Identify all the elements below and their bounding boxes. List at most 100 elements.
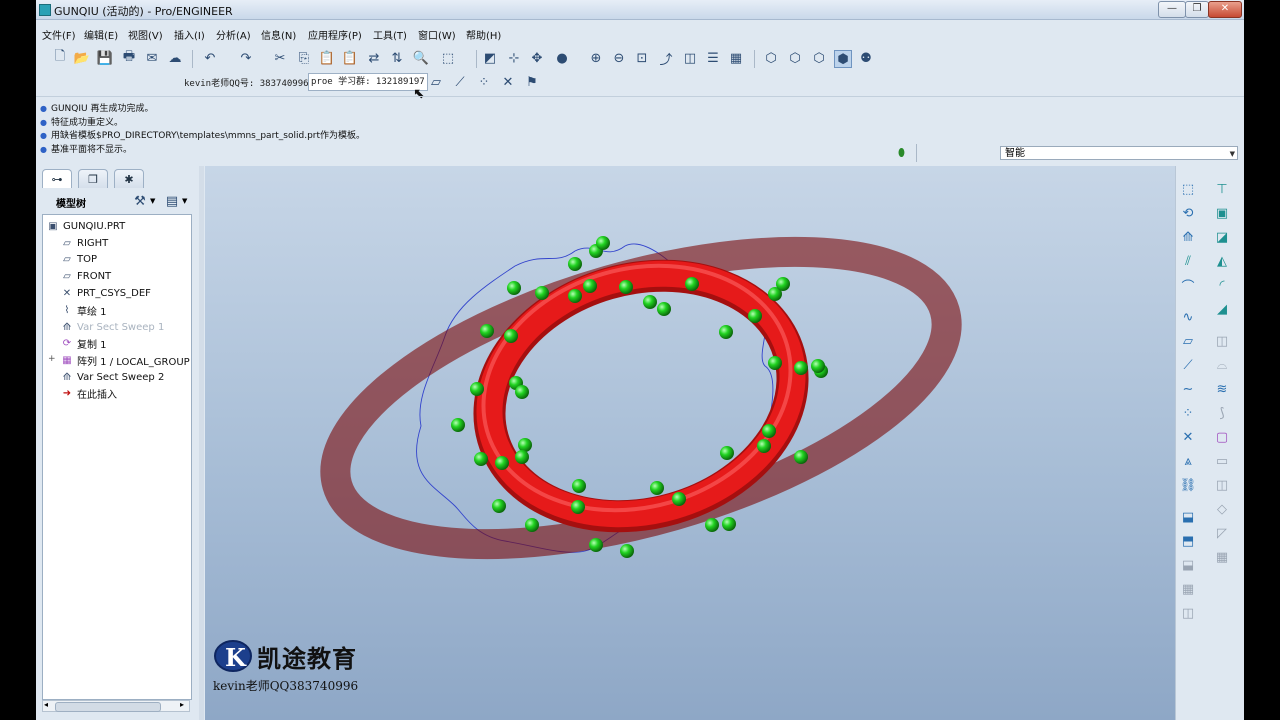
refit-icon[interactable]: ⊡ bbox=[634, 50, 650, 66]
zoom-in-icon[interactable]: ⊕ bbox=[588, 50, 604, 66]
print-icon[interactable]: 🖶 bbox=[121, 49, 137, 66]
expand-icon[interactable]: + bbox=[48, 354, 56, 364]
study-group-field[interactable]: proe 学习群: 132189197 bbox=[308, 73, 428, 91]
find-icon[interactable]: 🔍 bbox=[413, 50, 429, 66]
tree-node-csys[interactable]: ✕ PRT_CSYS_DEF bbox=[60, 285, 151, 301]
tree-node-part[interactable]: ▣ GUNQIU.PRT bbox=[46, 218, 125, 234]
new-file-icon[interactable]: 🗋 bbox=[52, 49, 68, 66]
paste-icon[interactable]: 📋 bbox=[319, 50, 335, 66]
saved-views-icon[interactable]: ◫ bbox=[682, 50, 698, 66]
menu-insert[interactable]: 插入(I) bbox=[174, 27, 205, 42]
grid-icon[interactable]: ▦ bbox=[1179, 580, 1197, 598]
no-hidden-icon[interactable]: ⬡ bbox=[811, 50, 827, 66]
chevron-down-icon[interactable]: ▼ bbox=[182, 197, 187, 205]
shell-icon[interactable]: ▣ bbox=[1213, 204, 1231, 222]
wrap-icon[interactable]: ▦ bbox=[1213, 548, 1231, 566]
sketch-tool-icon[interactable]: ∿ bbox=[1179, 308, 1197, 326]
appearance-icon[interactable]: ● bbox=[554, 50, 570, 66]
graphics-viewport[interactable]: K 凯途教育 kevin老师QQ383740996 bbox=[205, 166, 1175, 720]
sweep-tool-icon[interactable]: ⟰ bbox=[1179, 228, 1197, 246]
tree-horizontal-scrollbar[interactable]: ◂ ▸ bbox=[42, 700, 190, 712]
model-display-icon[interactable]: ⚉ bbox=[858, 50, 874, 66]
draft-icon[interactable]: ◭ bbox=[1213, 252, 1231, 270]
point-tool-icon[interactable]: ⁘ bbox=[1179, 404, 1197, 422]
edge-round-icon[interactable]: ◢ bbox=[1213, 300, 1231, 318]
chevron-down-icon[interactable]: ▼ bbox=[150, 197, 155, 205]
scroll-left-icon[interactable]: ◂ bbox=[44, 700, 48, 709]
menu-info[interactable]: 信息(N) bbox=[261, 27, 296, 42]
axis-tool-icon[interactable]: ⟋ bbox=[1179, 356, 1197, 374]
panel-splitter[interactable] bbox=[199, 166, 204, 720]
selection-filter-select[interactable]: 智能 ▼ bbox=[1000, 146, 1238, 160]
open-folder-icon[interactable]: 📂 bbox=[74, 50, 90, 66]
menu-analysis[interactable]: 分析(A) bbox=[216, 27, 251, 42]
cut-icon[interactable]: ✂ bbox=[272, 50, 288, 66]
wireframe-icon[interactable]: ⬡ bbox=[763, 50, 779, 66]
zoom-out-icon[interactable]: ⊖ bbox=[611, 50, 627, 66]
tab-favorites[interactable]: ✱ bbox=[114, 169, 144, 188]
tree-node-top[interactable]: ▱ TOP bbox=[60, 251, 97, 267]
view-manager-icon[interactable]: ▦ bbox=[728, 50, 744, 66]
tree-node-sweep-1[interactable]: ⟰ Var Sect Sweep 1 bbox=[60, 319, 165, 335]
variable-sweep-icon[interactable]: ⬒ bbox=[1179, 532, 1197, 550]
menu-tools[interactable]: 工具(T) bbox=[373, 27, 407, 42]
offset-icon[interactable]: ▢ bbox=[1213, 428, 1231, 446]
regen-manager-icon[interactable]: ⇅ bbox=[389, 50, 405, 66]
hidden-line-icon[interactable]: ⬡ bbox=[787, 50, 803, 66]
minimize-button[interactable]: — bbox=[1158, 1, 1186, 18]
paste-special-icon[interactable]: 📋 bbox=[342, 50, 358, 66]
annotation-icon[interactable]: ⚑ bbox=[524, 74, 540, 90]
datum-axis-icon[interactable]: ⟋ bbox=[452, 74, 468, 90]
curve-tool-icon[interactable]: ∼ bbox=[1179, 380, 1197, 398]
extend-icon[interactable]: ⟆ bbox=[1213, 404, 1231, 422]
mirror-tool-icon[interactable]: ◫ bbox=[1179, 604, 1197, 622]
csys-tool-icon[interactable]: ✕ bbox=[1179, 428, 1197, 446]
round-icon[interactable]: ⊤ bbox=[1213, 180, 1231, 198]
pattern-tool-icon[interactable]: ⛓ bbox=[1179, 476, 1197, 494]
mirror-icon[interactable]: ◫ bbox=[1213, 332, 1231, 350]
repaint-icon[interactable]: ◩ bbox=[482, 50, 498, 66]
regenerate-icon[interactable]: ⇄ bbox=[366, 50, 382, 66]
chamfer-icon[interactable]: ◜ bbox=[1213, 276, 1231, 294]
send-icon[interactable]: ☁ bbox=[167, 50, 183, 66]
reorient-icon[interactable]: ⤴ bbox=[658, 50, 674, 68]
menu-window[interactable]: 窗口(W) bbox=[418, 27, 456, 42]
menu-applications[interactable]: 应用程序(P) bbox=[308, 27, 362, 42]
selection-box-icon[interactable]: ⬚ bbox=[437, 50, 459, 66]
tree-node-pattern[interactable]: ▦ 阵列 1 / LOCAL_GROUP bbox=[60, 352, 189, 368]
email-icon[interactable]: ✉ bbox=[144, 50, 160, 66]
tree-node-sweep-2[interactable]: ⟰ Var Sect Sweep 2 bbox=[60, 369, 165, 385]
thicken-icon[interactable]: ▭ bbox=[1213, 452, 1231, 470]
tree-node-insert-here[interactable]: ➜ 在此插入 bbox=[60, 385, 117, 401]
solidify-icon[interactable]: ◇ bbox=[1213, 500, 1231, 518]
maximize-button[interactable]: ❐ bbox=[1185, 1, 1209, 18]
plane-tool-icon[interactable]: ▱ bbox=[1179, 332, 1197, 350]
close-button[interactable]: ✕ bbox=[1208, 1, 1242, 18]
tree-settings-icon[interactable]: ⚒ bbox=[132, 193, 148, 209]
analysis-feature-icon[interactable]: ⩓ bbox=[1179, 452, 1197, 470]
boundary-icon[interactable]: ⌒ bbox=[1179, 276, 1197, 295]
datum-point-icon[interactable]: ⁘ bbox=[476, 74, 492, 90]
csys-icon[interactable]: ✕ bbox=[500, 74, 516, 90]
undo-icon[interactable]: ↶ bbox=[202, 50, 218, 66]
tree-node-sketch[interactable]: ⌇ 草绘 1 bbox=[60, 302, 107, 318]
project-icon[interactable]: ◸ bbox=[1213, 524, 1231, 542]
save-icon[interactable]: 💾 bbox=[97, 50, 113, 66]
menu-file[interactable]: 文件(F) bbox=[42, 27, 76, 42]
scrollbar-thumb[interactable] bbox=[55, 702, 161, 712]
menu-edit[interactable]: 编辑(E) bbox=[84, 27, 118, 42]
orient-mode-icon[interactable]: ✥ bbox=[529, 50, 545, 66]
revolve-icon[interactable]: ⟲ bbox=[1179, 204, 1197, 222]
hole-icon[interactable]: ⬚ bbox=[1179, 180, 1197, 198]
tree-columns-icon[interactable]: ▤ bbox=[164, 193, 180, 209]
intersect-icon[interactable]: ◫ bbox=[1213, 476, 1231, 494]
spin-center-icon[interactable]: ⊹ bbox=[506, 50, 522, 66]
shading-icon[interactable]: ⬢ bbox=[834, 50, 852, 68]
copy-icon[interactable]: ⎘ bbox=[296, 50, 312, 66]
tree-node-right[interactable]: ▱ RIGHT bbox=[60, 235, 108, 251]
merge-icon[interactable]: ⌓ bbox=[1213, 356, 1231, 374]
datum-plane-icon[interactable]: ▱ bbox=[428, 74, 444, 90]
menu-help[interactable]: 帮助(H) bbox=[466, 27, 501, 42]
rib-icon[interactable]: ◪ bbox=[1213, 228, 1231, 246]
tree-node-copy[interactable]: ⟳ 复制 1 bbox=[60, 335, 107, 351]
